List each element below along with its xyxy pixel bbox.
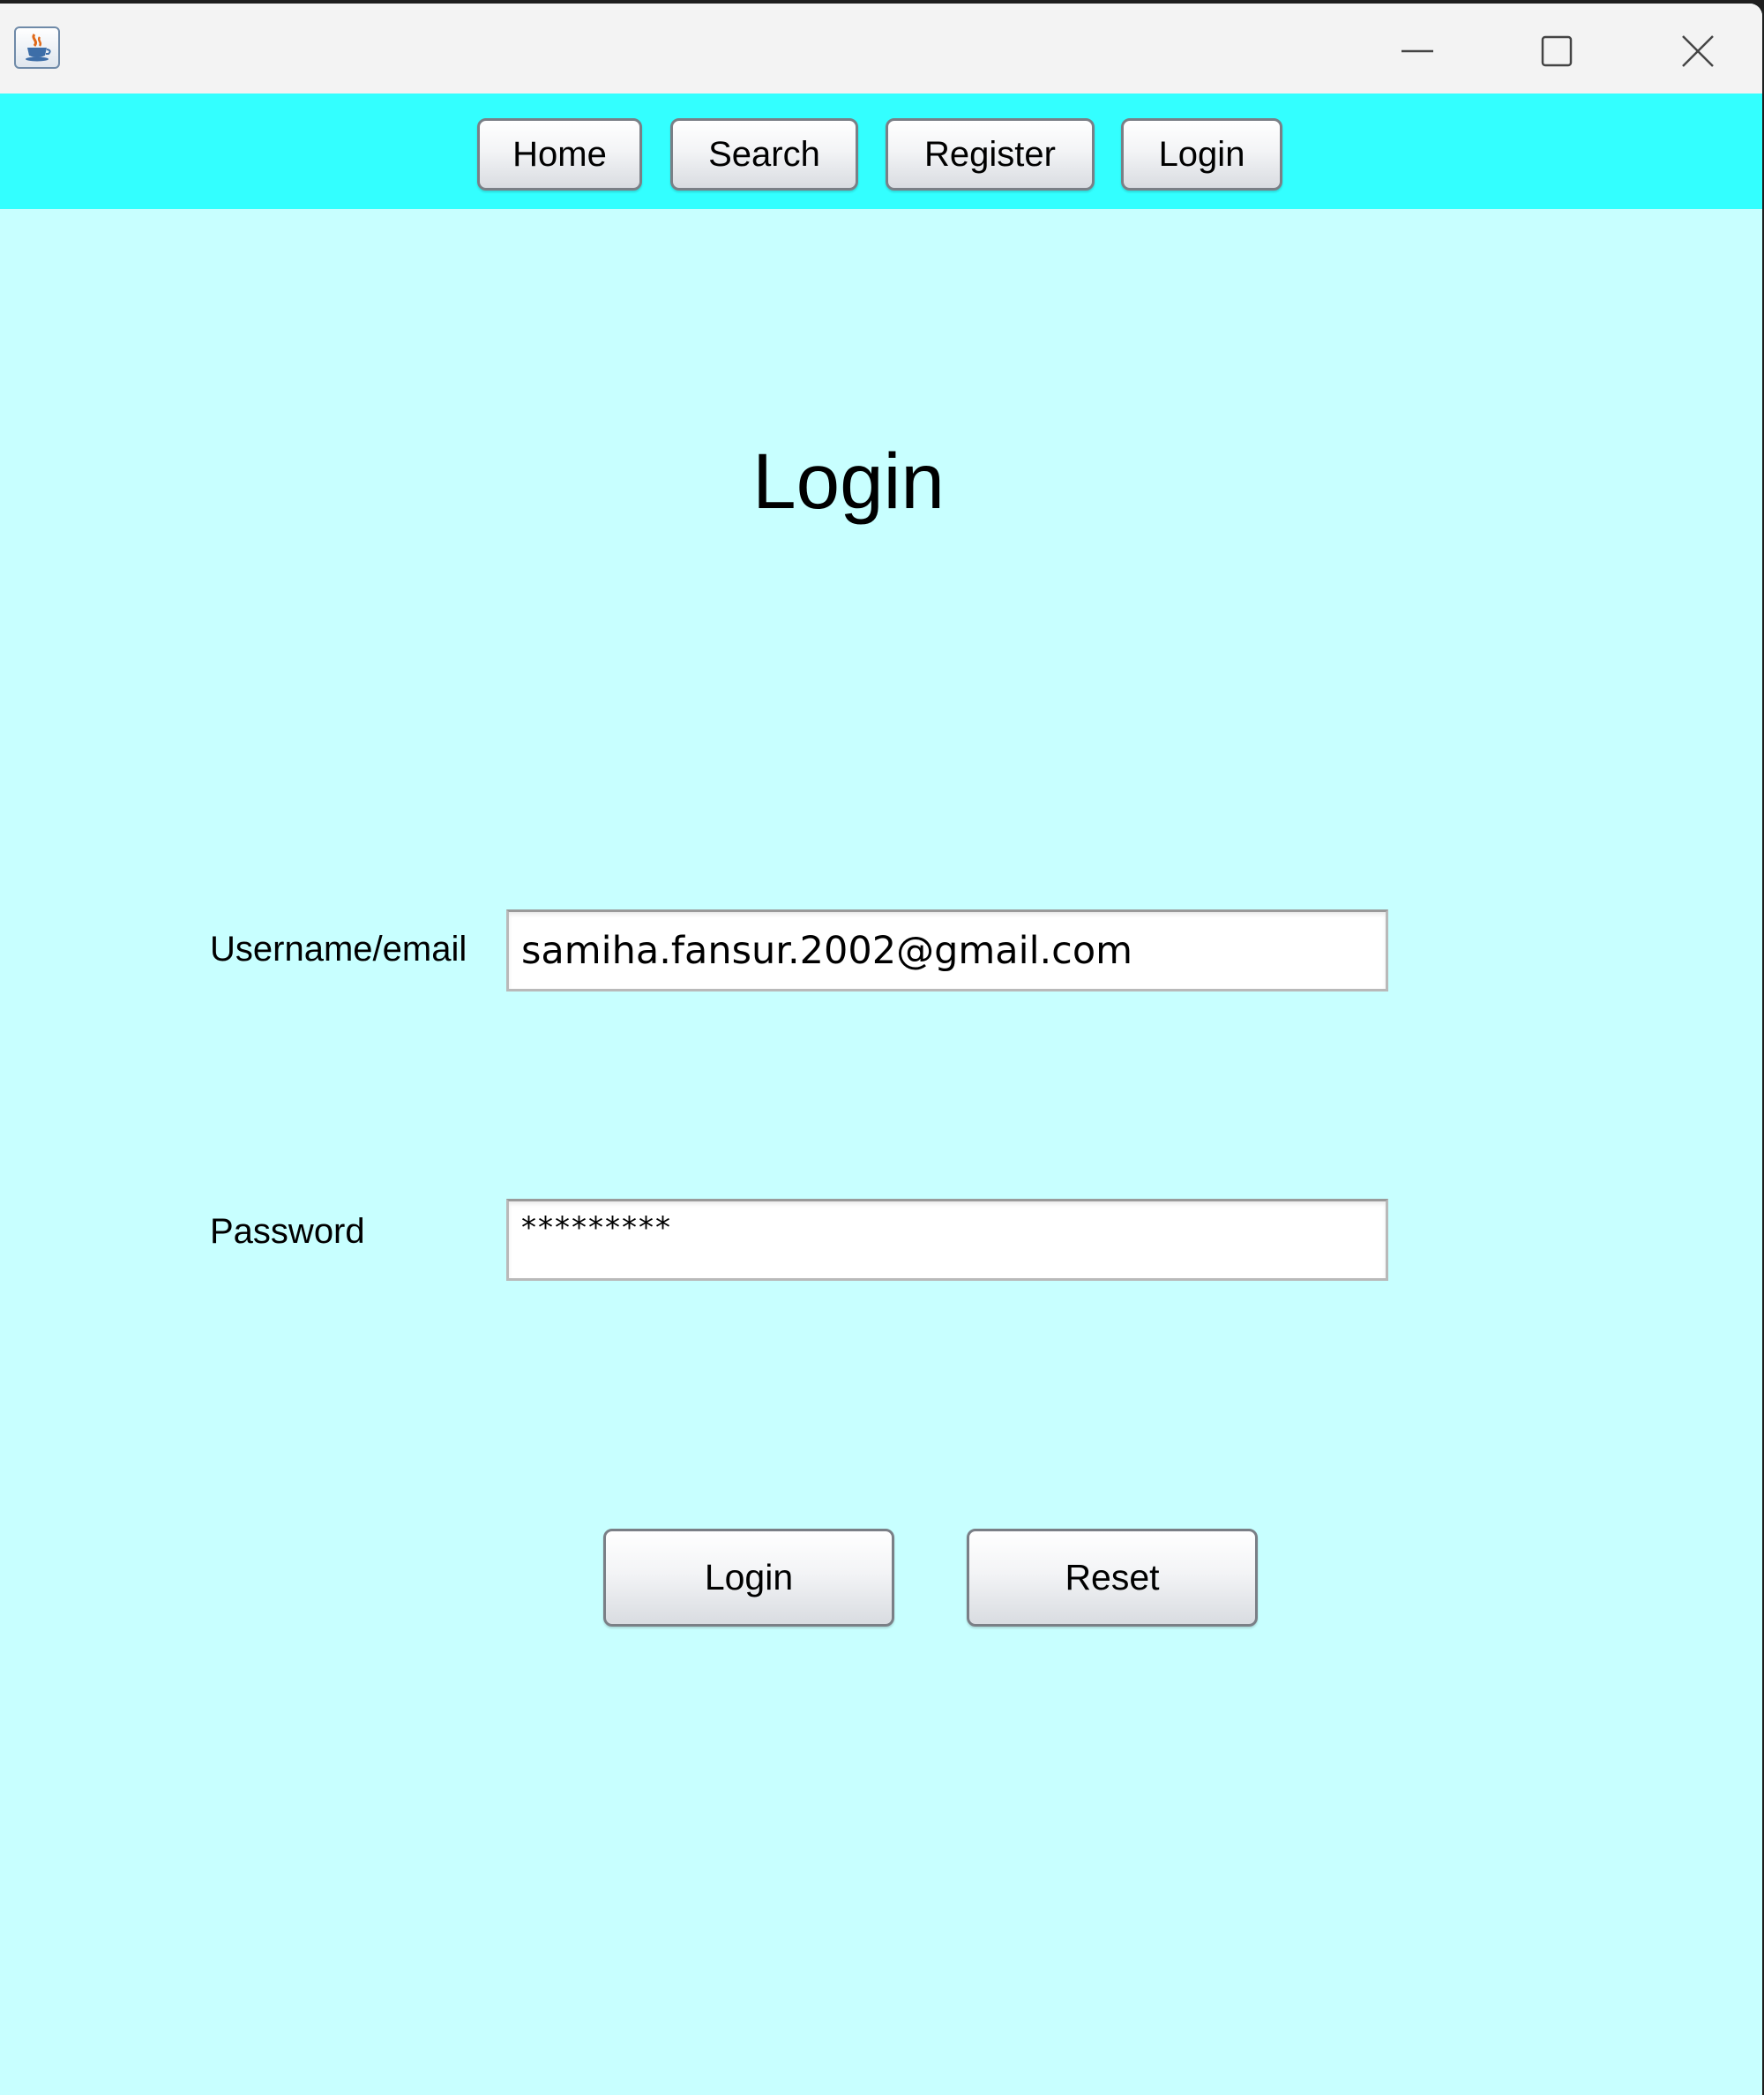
password-label: Password [210,1212,365,1251]
username-field[interactable]: samiha.fansur.2002@gmail.com [506,909,1388,991]
nav-search-button[interactable]: Search [670,118,858,191]
close-button[interactable] [1656,23,1736,76]
maximize-icon [1541,35,1573,67]
app-window: Home Search Register Login Login Usernam… [0,4,1762,2095]
maximize-button[interactable] [1515,23,1595,76]
nav-bar: Home Search Register Login [0,94,1762,209]
page-title: Login [752,437,945,525]
reset-button[interactable]: Reset [967,1529,1258,1627]
username-label: Username/email [210,930,467,969]
java-cup-icon[interactable] [14,26,60,69]
minimize-button[interactable] [1376,23,1455,76]
nav-home-button[interactable]: Home [477,118,642,191]
close-icon [1682,35,1714,67]
minimize-icon [1401,49,1433,53]
nav-login-button[interactable]: Login [1121,118,1282,191]
login-button[interactable]: Login [603,1529,894,1627]
password-field[interactable]: ********* [506,1199,1388,1281]
title-bar[interactable] [0,4,1762,94]
nav-register-button[interactable]: Register [886,118,1095,191]
